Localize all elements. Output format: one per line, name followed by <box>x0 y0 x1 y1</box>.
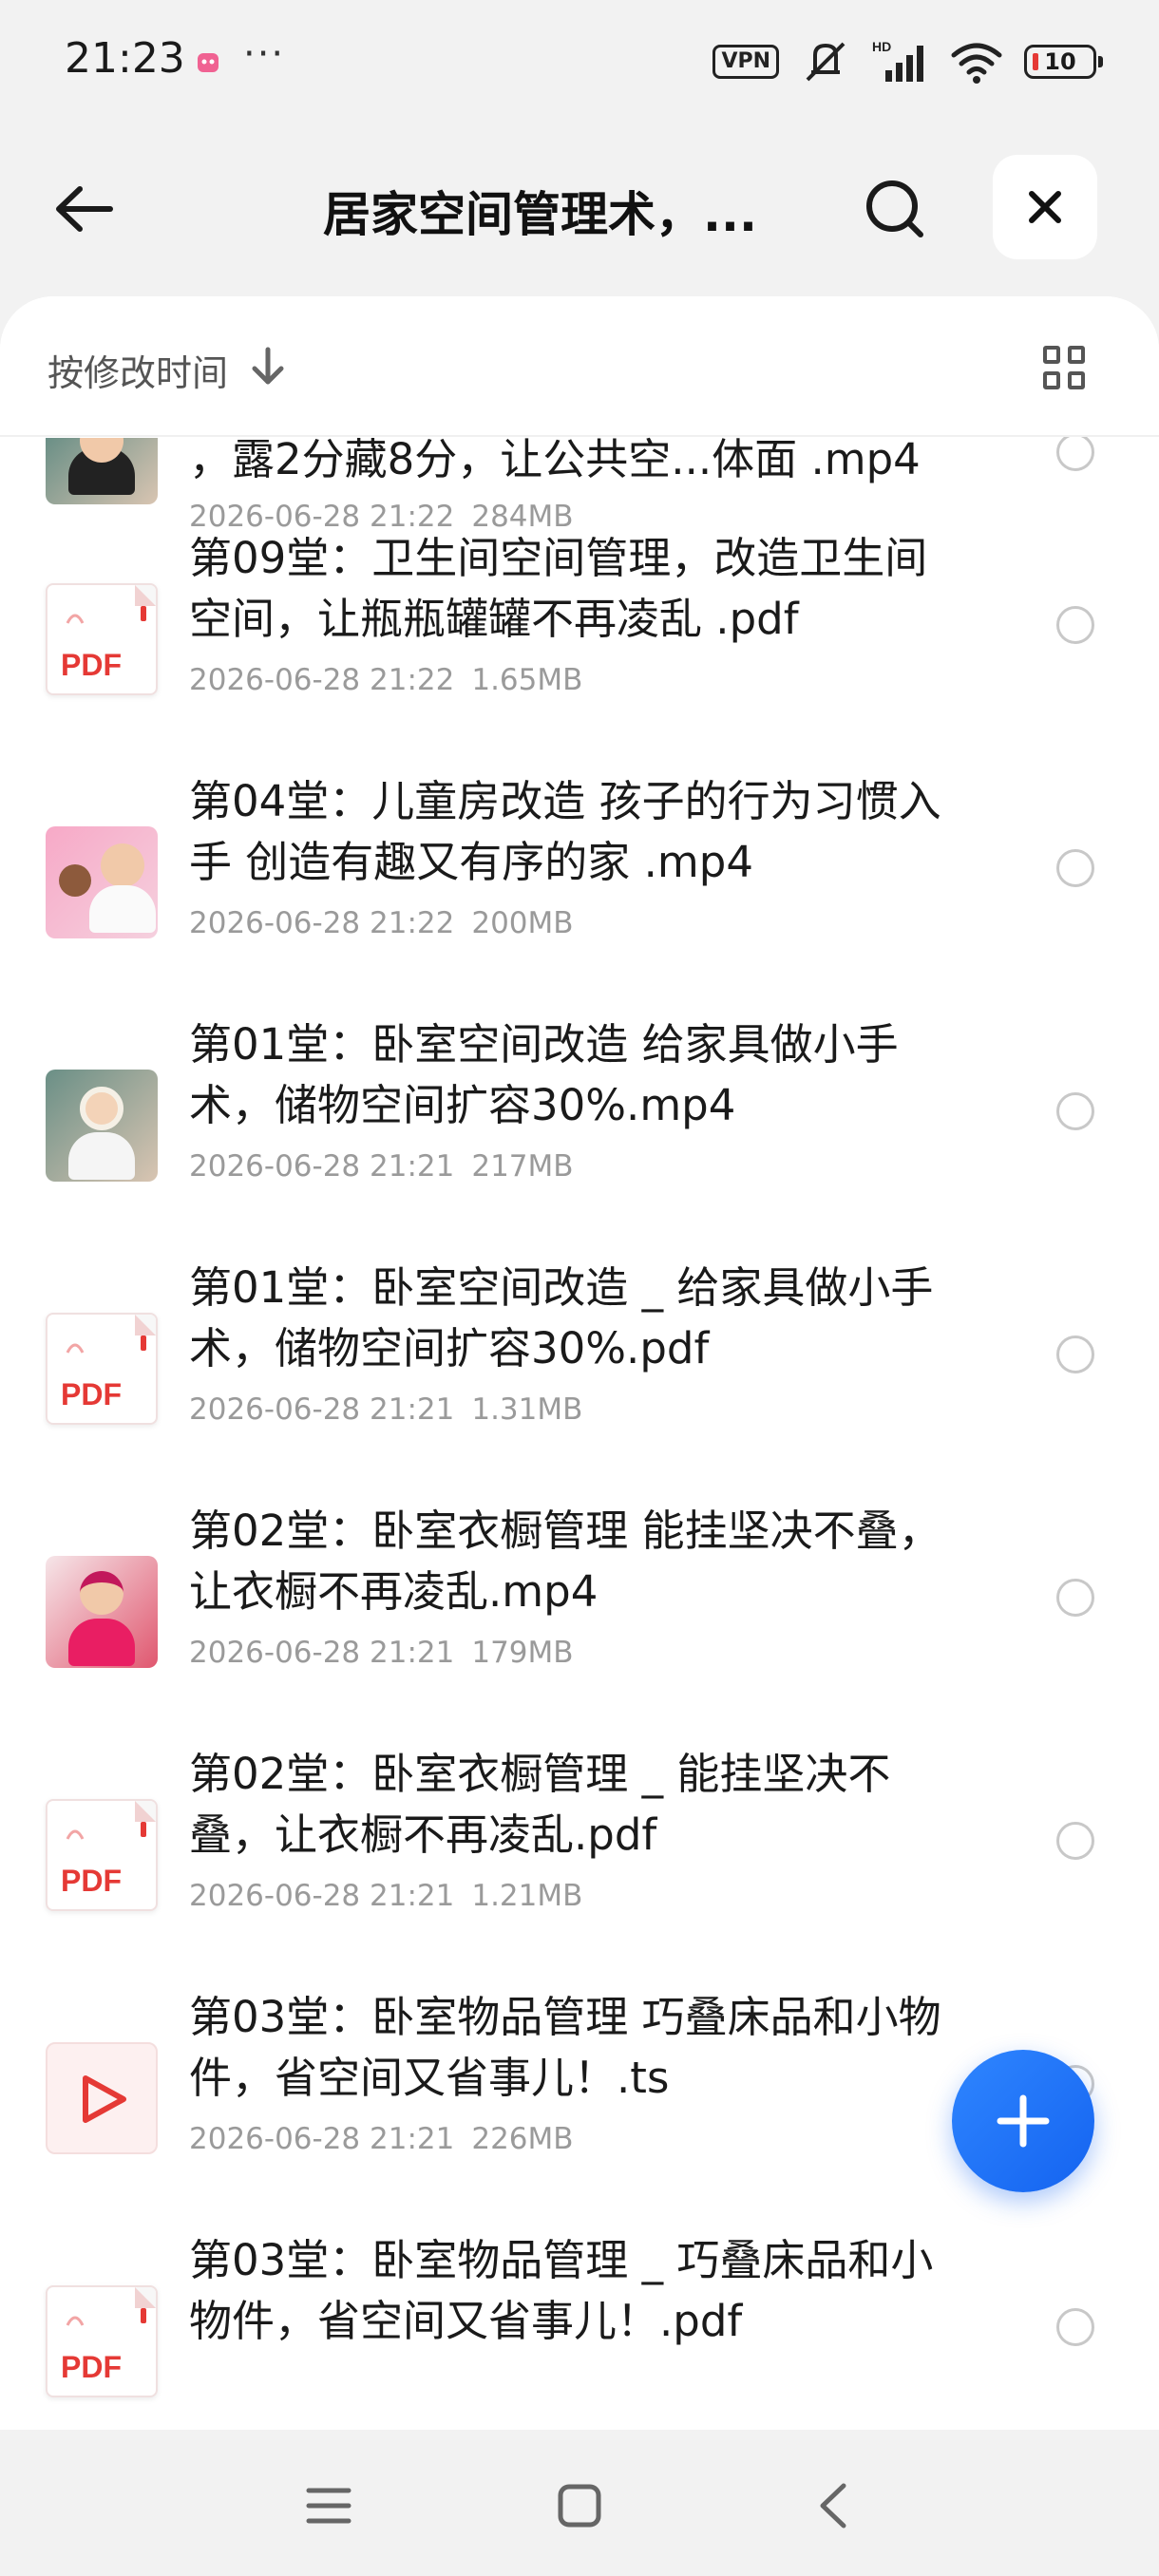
recent-apps-button[interactable] <box>291 2468 367 2544</box>
top-app-bar: 居家空间管理术，... <box>0 142 1159 266</box>
vpn-badge: VPN <box>712 45 779 79</box>
list-item[interactable]: PDF 第03堂：卧室物品管理 _ 巧叠床品和小物件，省空间又省事儿！.pdf <box>0 2226 1159 2430</box>
list-item[interactable]: 第02堂：卧室衣橱管理 能挂坚决不叠，让衣橱不再凌乱.mp4 2026-06-2… <box>0 1497 1159 1740</box>
add-button[interactable] <box>952 2050 1094 2192</box>
file-name: 第02堂：卧室衣橱管理 能挂坚决不叠，让衣橱不再凌乱.mp4 <box>189 1506 941 1617</box>
arrow-down-icon[interactable] <box>249 346 287 388</box>
plus-icon <box>997 2094 1050 2148</box>
select-radio[interactable] <box>1056 1579 1094 1617</box>
file-size: 226MB <box>471 2122 574 2156</box>
status-bar: 21:23 ··· VPN HD 10 <box>0 0 1159 123</box>
file-size: 1.31MB <box>471 1392 583 1427</box>
file-date: 2026-06-28 21:21 <box>189 1636 455 1670</box>
select-radio[interactable] <box>1056 437 1094 471</box>
file-size: 200MB <box>471 906 574 940</box>
app-notification-icon <box>198 53 218 72</box>
pdf-label: PDF <box>61 1864 122 1898</box>
back-arrow-icon <box>56 186 113 232</box>
menu-icon <box>306 2488 352 2524</box>
file-date: 2026-06-28 21:22 <box>189 663 455 697</box>
status-time: 21:23 <box>65 34 185 83</box>
file-size: 217MB <box>471 1149 574 1184</box>
app-screen: 21:23 ··· VPN HD 10 居家空间管理术，... 按修改时间 ，露… <box>0 0 1159 2576</box>
pdf-file-icon: PDF <box>46 2285 158 2397</box>
select-radio[interactable] <box>1056 1092 1094 1130</box>
pdf-label: PDF <box>61 1377 122 1411</box>
select-radio[interactable] <box>1056 849 1094 887</box>
file-name: 第01堂：卧室空间改造 给家具做小手术，储物空间扩容30%.mp4 <box>189 1019 899 1130</box>
signal-icon: HD <box>872 39 923 82</box>
battery-level: 10 <box>1044 48 1076 75</box>
file-size: 179MB <box>471 1636 574 1670</box>
file-meta: 2026-06-28 21:21 179MB <box>189 1636 591 1670</box>
video-thumbnail <box>46 438 158 504</box>
close-icon <box>1029 191 1061 223</box>
search-icon <box>866 180 923 237</box>
pdf-file-icon: PDF <box>46 1799 158 1911</box>
sort-order-button[interactable]: 按修改时间 <box>48 344 228 396</box>
file-name: 第04堂：儿童房改造 孩子的行为习惯入手 创造有趣又有序的家 .mp4 <box>189 776 941 887</box>
status-indicators: VPN HD 10 <box>712 38 1103 85</box>
grid-view-icon[interactable] <box>1043 346 1087 389</box>
pdf-file-icon: PDF <box>46 1313 158 1425</box>
more-notifications-icon: ··· <box>243 32 286 76</box>
home-icon <box>558 2484 601 2528</box>
system-back-button[interactable] <box>794 2468 870 2544</box>
select-radio[interactable] <box>1056 1335 1094 1373</box>
file-meta: 2026-06-28 21:21 226MB <box>189 2122 591 2156</box>
file-size: 1.65MB <box>471 663 583 697</box>
pdf-label: PDF <box>61 2350 122 2384</box>
file-meta: 2026-06-28 21:22 200MB <box>189 906 591 940</box>
video-thumbnail <box>46 1070 158 1182</box>
file-meta: 2026-06-28 21:21 1.21MB <box>189 1879 599 1913</box>
search-button[interactable] <box>855 169 935 249</box>
file-meta: 2026-06-28 21:21 217MB <box>189 1149 591 1184</box>
file-name: 第09堂：卫生间空间管理，改造卫生间空间，让瓶瓶罐罐不再凌乱 .pdf <box>189 533 928 644</box>
file-name: 第03堂：卧室物品管理 巧叠床品和小物件，省空间又省事儿！.ts <box>189 1992 941 2103</box>
file-name: 第01堂：卧室空间改造 _ 给家具做小手术，储物空间扩容30%.pdf <box>189 1262 934 1373</box>
pdf-label: PDF <box>61 648 122 682</box>
battery-indicator: 10 <box>1024 45 1103 79</box>
file-size: 1.21MB <box>471 1879 583 1913</box>
home-button[interactable] <box>542 2468 618 2544</box>
video-file-icon <box>46 2042 158 2154</box>
file-name: 第03堂：卧室物品管理 _ 巧叠床品和小物件，省空间又省事儿！.pdf <box>189 2235 934 2346</box>
back-icon <box>820 2483 846 2529</box>
file-date: 2026-06-28 21:21 <box>189 1392 455 1427</box>
select-radio[interactable] <box>1056 606 1094 644</box>
wifi-icon <box>951 43 1002 84</box>
play-icon <box>83 2075 126 2123</box>
list-item[interactable]: PDF 第01堂：卧室空间改造 _ 给家具做小手术，储物空间扩容30%.pdf … <box>0 1254 1159 1497</box>
list-item[interactable]: 第01堂：卧室空间改造 给家具做小手术，储物空间扩容30%.mp4 2026-0… <box>0 1011 1159 1254</box>
video-thumbnail <box>46 1556 158 1668</box>
pdf-file-icon: PDF <box>46 583 158 695</box>
file-date: 2026-06-28 21:21 <box>189 1149 455 1184</box>
page-title: 居家空间管理术，... <box>323 187 757 242</box>
video-thumbnail <box>46 826 158 938</box>
list-item[interactable]: 第04堂：儿童房改造 孩子的行为习惯入手 创造有趣又有序的家 .mp4 2026… <box>0 767 1159 1011</box>
file-date: 2026-06-28 21:21 <box>189 2122 455 2156</box>
select-radio[interactable] <box>1056 2308 1094 2346</box>
file-meta: 2026-06-28 21:21 1.31MB <box>189 1392 599 1427</box>
file-name: ，露2分藏8分，让公共空...体面 .mp4 <box>189 437 921 484</box>
file-date: 2026-06-28 21:21 <box>189 1879 455 1913</box>
file-meta: 2026-06-28 21:22 1.65MB <box>189 663 599 697</box>
list-item[interactable]: PDF 第02堂：卧室衣橱管理 _ 能挂坚决不叠，让衣橱不再凌乱.pdf 202… <box>0 1740 1159 1983</box>
file-date: 2026-06-28 21:22 <box>189 906 455 940</box>
select-radio[interactable] <box>1056 1822 1094 1860</box>
list-item[interactable]: PDF 第09堂：卫生间空间管理，改造卫生间空间，让瓶瓶罐罐不再凌乱 .pdf … <box>0 524 1159 767</box>
mute-icon <box>806 42 846 82</box>
back-button[interactable] <box>44 169 124 249</box>
file-name: 第02堂：卧室衣橱管理 _ 能挂坚决不叠，让衣橱不再凌乱.pdf <box>189 1749 891 1860</box>
svg-text:HD: HD <box>872 39 891 54</box>
system-nav-bar <box>0 2430 1159 2576</box>
close-button[interactable] <box>993 155 1097 259</box>
sort-bar: 按修改时间 <box>0 296 1159 437</box>
